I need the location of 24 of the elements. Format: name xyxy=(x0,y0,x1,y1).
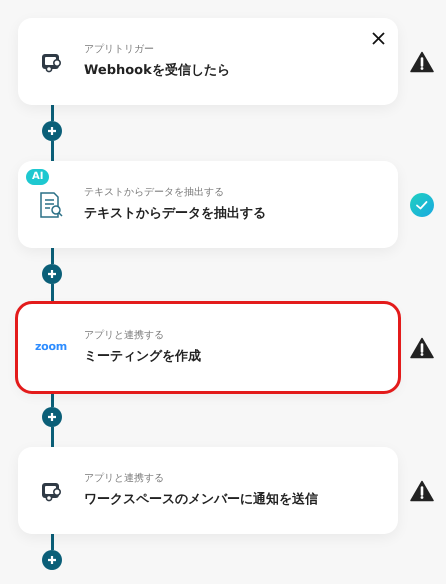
app-logo: zoom xyxy=(35,339,67,356)
close-button[interactable] xyxy=(370,30,386,46)
step-caption: アプリトリガー xyxy=(84,42,155,58)
add-step-button[interactable] xyxy=(42,407,62,427)
step-title: テキストからデータを抽出する xyxy=(84,205,266,224)
plus-icon xyxy=(47,126,57,136)
ai-badge: AI xyxy=(26,169,50,185)
step-caption: アプリと連携する xyxy=(84,472,165,486)
step-title: ミーティングを作成 xyxy=(84,348,201,366)
step-caption: アプリと連携する xyxy=(84,328,165,344)
step-caption: テキストからデータを抽出する xyxy=(84,186,225,200)
plus-icon xyxy=(47,555,57,565)
step-card[interactable]: アプリトリガー Webhookを受信したら xyxy=(18,18,398,105)
add-step-button[interactable] xyxy=(42,550,62,570)
step-card[interactable]: AI テキストからデータを抽出する テキストからデータを抽出する xyxy=(18,161,398,248)
step-card[interactable]: アプリと連携する ワークスペースのメンバーに通知を送信 xyxy=(18,447,398,534)
plus-icon xyxy=(47,269,57,279)
plus-icon xyxy=(47,412,57,422)
step-title: ワークスペースのメンバーに通知を送信 xyxy=(84,491,318,510)
add-step-button[interactable] xyxy=(42,264,62,284)
document-search-icon xyxy=(38,190,64,218)
step-title: Webhookを受信したら xyxy=(84,62,230,80)
add-step-button[interactable] xyxy=(42,121,62,141)
step-card[interactable]: zoom アプリと連携する ミーティングを作成 xyxy=(18,304,398,391)
